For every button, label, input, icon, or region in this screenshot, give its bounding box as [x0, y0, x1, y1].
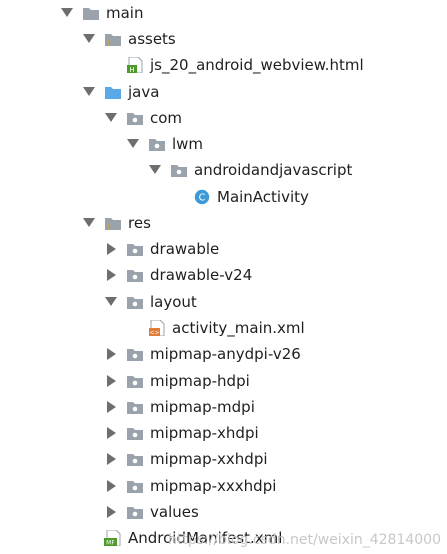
collapse-arrow-icon[interactable] — [107, 348, 116, 360]
collapse-arrow-icon[interactable] — [107, 427, 116, 439]
expand-arrow-icon[interactable] — [83, 34, 95, 43]
folder-icon — [127, 428, 143, 440]
tree-label: drawable-v24 — [150, 266, 253, 284]
folder-icon — [83, 8, 99, 20]
folder-icon — [127, 507, 143, 519]
tree-row-mipmap-hdpi[interactable]: mipmap-hdpi — [0, 368, 447, 394]
tree-label: assets — [128, 30, 176, 48]
collapse-arrow-icon[interactable] — [107, 243, 116, 255]
tree-row-layout[interactable]: layout — [0, 289, 447, 315]
html-file-icon: H — [127, 57, 143, 73]
tree-row-mipmap-xhdpi[interactable]: mipmap-xhdpi — [0, 420, 447, 446]
tree-row-res[interactable]: res — [0, 210, 447, 236]
collapse-arrow-icon[interactable] — [107, 506, 116, 518]
tree-label: res — [128, 214, 151, 232]
layout-badge-text: <> — [149, 330, 159, 337]
tree-row-com[interactable]: com — [0, 105, 447, 131]
expand-arrow-icon[interactable] — [149, 165, 161, 174]
tree-row-activity-main[interactable]: <> activity_main.xml — [0, 315, 447, 341]
tree-row-assets[interactable]: assets — [0, 26, 447, 52]
tree-label: mipmap-xhdpi — [150, 424, 259, 442]
expand-arrow-icon[interactable] — [83, 218, 95, 227]
tree-row-java[interactable]: java — [0, 79, 447, 105]
class-badge-text: C — [199, 193, 206, 204]
tree-label: mipmap-mdpi — [150, 398, 255, 416]
package-icon — [149, 139, 165, 151]
folder-icon — [127, 402, 143, 414]
folder-icon — [127, 244, 143, 256]
tree-label: js_20_android_webview.html — [150, 56, 364, 74]
tree-row-drawable-v24[interactable]: drawable-v24 — [0, 262, 447, 288]
expand-arrow-icon[interactable] — [127, 139, 139, 148]
tree-label: mipmap-xxhdpi — [150, 450, 268, 468]
tree-label: layout — [150, 293, 197, 311]
folder-icon — [127, 481, 143, 493]
watermark: https://blog.csdn.net/weixin_42814000 — [167, 532, 441, 548]
tree-row-lwm[interactable]: lwm — [0, 131, 447, 157]
tree-label: androidandjavascript — [194, 161, 353, 179]
tree-row-values[interactable]: values — [0, 499, 447, 525]
tree-row-html-file[interactable]: H js_20_android_webview.html — [0, 52, 447, 78]
tree-label: java — [128, 83, 160, 101]
package-icon — [127, 113, 143, 125]
tree-row-mipmap-xxxhdpi[interactable]: mipmap-xxxhdpi — [0, 473, 447, 499]
tree-label: lwm — [172, 135, 204, 153]
tree-label: MainActivity — [217, 188, 309, 206]
collapse-arrow-icon[interactable] — [107, 269, 116, 281]
collapse-arrow-icon[interactable] — [107, 375, 116, 387]
tree-row-mipmap-anydpi[interactable]: mipmap-anydpi-v26 — [0, 341, 447, 367]
tree-row-mipmap-mdpi[interactable]: mipmap-mdpi — [0, 394, 447, 420]
package-icon — [171, 165, 187, 177]
expand-arrow-icon[interactable] — [105, 113, 117, 122]
folder-icon — [127, 349, 143, 361]
tree-row-main-activity[interactable]: C MainActivity — [0, 184, 447, 210]
expand-arrow-icon[interactable] — [83, 87, 95, 96]
collapse-arrow-icon[interactable] — [107, 453, 116, 465]
tree-row-mipmap-xxhdpi[interactable]: mipmap-xxhdpi — [0, 446, 447, 472]
tree-label: main — [106, 4, 144, 22]
tree-label: mipmap-xxxhdpi — [150, 477, 277, 495]
expand-arrow-icon[interactable] — [61, 8, 73, 17]
java-class-icon: C — [194, 189, 210, 205]
folder-icon — [127, 376, 143, 388]
resource-folder-icon — [105, 218, 121, 230]
tree-label: mipmap-anydpi-v26 — [150, 345, 301, 363]
resource-folder-icon — [105, 34, 121, 46]
tree-label: activity_main.xml — [172, 319, 305, 337]
html-badge-text: H — [129, 66, 134, 73]
folder-icon — [127, 270, 143, 282]
manifest-badge-text: MF — [106, 540, 115, 547]
expand-arrow-icon[interactable] — [105, 297, 117, 306]
tree-label: drawable — [150, 240, 220, 258]
tree-row-drawable[interactable]: drawable — [0, 236, 447, 262]
tree-row-package[interactable]: androidandjavascript — [0, 157, 447, 183]
collapse-arrow-icon[interactable] — [107, 401, 116, 413]
manifest-file-icon: MF — [104, 530, 121, 547]
folder-icon — [127, 297, 143, 309]
collapse-arrow-icon[interactable] — [107, 480, 116, 492]
layout-xml-icon: <> — [149, 320, 165, 337]
source-folder-icon — [105, 87, 121, 99]
tree-row-main[interactable]: main — [0, 0, 447, 26]
tree-label: com — [150, 109, 183, 127]
tree-label: values — [150, 503, 199, 521]
folder-icon — [127, 454, 143, 466]
tree-label: mipmap-hdpi — [150, 372, 250, 390]
